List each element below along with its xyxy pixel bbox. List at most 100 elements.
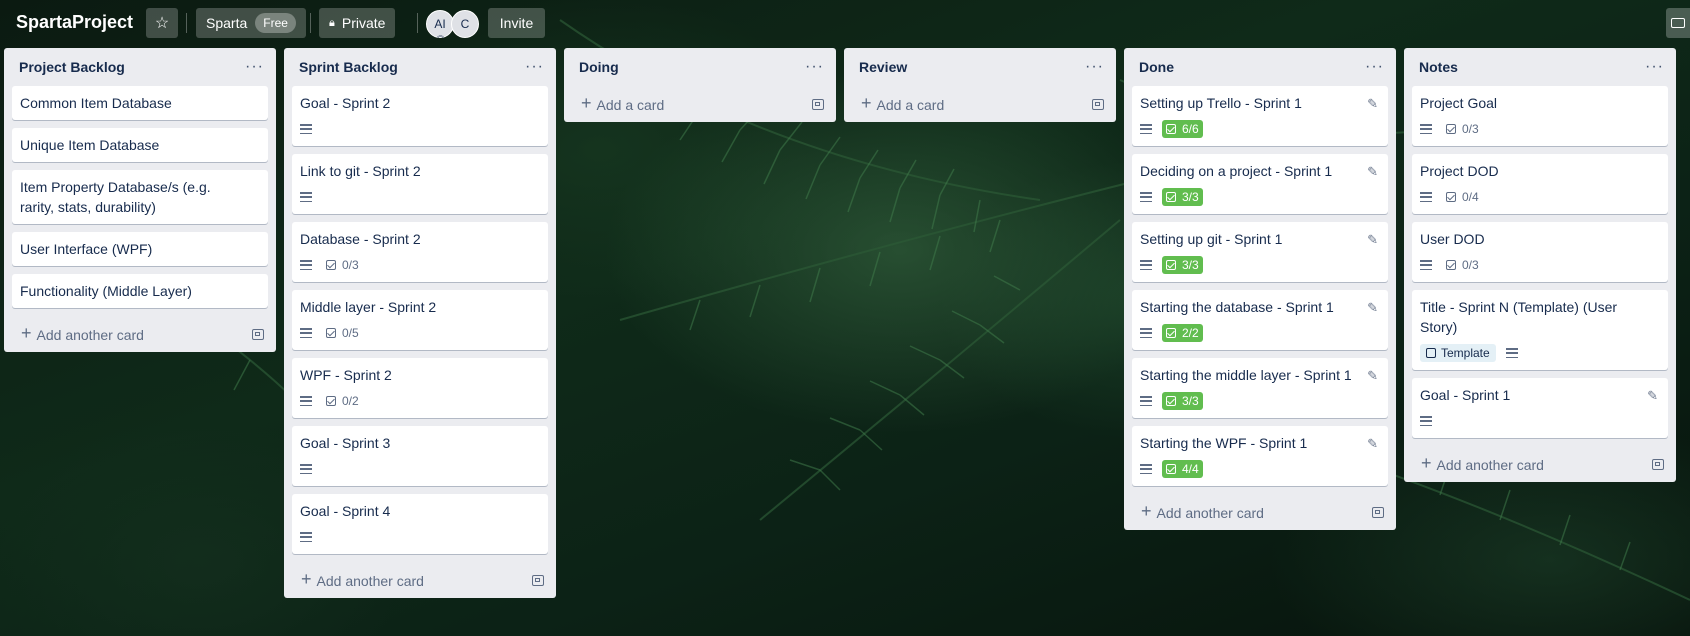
list-title[interactable]: Notes — [1419, 59, 1458, 75]
card-badges: 0/3 — [1420, 119, 1660, 139]
card[interactable]: Database - Sprint 2 0/3 — [292, 222, 548, 282]
card[interactable]: Unique Item Database — [12, 128, 268, 162]
description-icon — [300, 192, 312, 202]
template-badge: Template — [1420, 344, 1496, 362]
add-card-text: Add another card — [36, 326, 144, 343]
add-card-button[interactable]: + Add another card — [1404, 446, 1676, 482]
workspace-badge: Free — [255, 13, 296, 33]
card[interactable]: Goal - Sprint 4 — [292, 494, 548, 554]
card[interactable]: Starting the database - Sprint 1 ✎ 2/2 — [1132, 290, 1388, 350]
checklist-badge: 2/2 — [1162, 324, 1203, 342]
description-icon — [300, 124, 312, 134]
card-title: Starting the WPF - Sprint 1 — [1140, 435, 1308, 451]
edit-pencil-icon[interactable]: ✎ — [1367, 368, 1378, 384]
more-icon[interactable]: ··· — [525, 59, 544, 75]
create-from-template-icon[interactable] — [532, 574, 544, 586]
edit-pencil-icon[interactable]: ✎ — [1367, 96, 1378, 112]
description-icon — [1140, 124, 1152, 134]
edit-pencil-icon[interactable]: ✎ — [1367, 232, 1378, 248]
card[interactable]: Starting the WPF - Sprint 1 ✎ 4/4 — [1132, 426, 1388, 486]
card[interactable]: Deciding on a project - Sprint 1 ✎ 3/3 — [1132, 154, 1388, 214]
list-title[interactable]: Review — [859, 59, 907, 75]
card[interactable]: Item Property Database/s (e.g. rarity, s… — [12, 170, 268, 224]
more-icon[interactable]: ··· — [805, 59, 824, 75]
more-icon[interactable]: ··· — [1085, 59, 1104, 75]
checklist-count: 2/2 — [1182, 326, 1199, 340]
card-badges: 0/5 — [300, 323, 540, 343]
plus-icon: + — [1421, 452, 1432, 473]
edit-pencil-icon[interactable]: ✎ — [1367, 300, 1378, 316]
create-from-template-icon[interactable] — [1652, 458, 1664, 470]
checklist-badge: 0/3 — [1442, 120, 1483, 138]
description-icon — [300, 328, 312, 338]
member-avatar[interactable]: AI ︽ — [426, 10, 454, 39]
visibility-button[interactable]: 🔒︎ Private — [319, 8, 396, 38]
card-list: Common Item Database Unique Item Database… — [4, 86, 276, 308]
list-project-backlog: Project Backlog ··· Common Item Database Un… — [4, 48, 276, 352]
more-icon[interactable]: ··· — [1365, 59, 1384, 75]
create-from-template-icon[interactable] — [1372, 506, 1384, 518]
card[interactable]: Project DOD 0/4 — [1412, 154, 1668, 214]
card[interactable]: Title - Sprint N (Template) (User Story)… — [1412, 290, 1668, 370]
checklist-badge: 0/5 — [322, 324, 363, 342]
create-from-template-icon[interactable] — [812, 98, 824, 110]
add-card-label: + Add another card — [1421, 452, 1544, 475]
description-icon — [1140, 464, 1152, 474]
card[interactable]: Starting the middle layer - Sprint 1 ✎ 3/3 — [1132, 358, 1388, 418]
card-title: Common Item Database — [20, 95, 172, 111]
add-card-button[interactable]: + Add another card — [284, 562, 556, 598]
card-title: Database - Sprint 2 — [300, 231, 421, 247]
card[interactable]: Common Item Database — [12, 86, 268, 120]
edit-pencil-icon[interactable]: ✎ — [1367, 164, 1378, 180]
add-card-button[interactable]: + Add another card — [1124, 494, 1396, 530]
card[interactable]: Setting up Trello - Sprint 1 ✎ 6/6 — [1132, 86, 1388, 146]
card[interactable]: Goal - Sprint 1 ✎ — [1412, 378, 1668, 438]
card-title: Project Goal — [1420, 95, 1498, 111]
invite-button[interactable]: Invite — [488, 8, 545, 38]
create-from-template-icon[interactable] — [1092, 98, 1104, 110]
card-title: Goal - Sprint 3 — [300, 435, 391, 451]
card[interactable]: WPF - Sprint 2 0/2 — [292, 358, 548, 418]
more-icon[interactable]: ··· — [245, 59, 264, 75]
list-title[interactable]: Doing — [579, 59, 619, 75]
edit-pencil-icon[interactable]: ✎ — [1367, 436, 1378, 452]
workspace-button[interactable]: Sparta Free — [196, 8, 306, 38]
plus-icon: + — [1141, 500, 1152, 521]
card-title: Middle layer - Sprint 2 — [300, 299, 437, 315]
star-button[interactable]: ☆ — [146, 8, 178, 38]
card-badges — [300, 187, 540, 207]
member-avatar[interactable]: C — [451, 10, 479, 38]
plus-icon: + — [21, 322, 32, 343]
list-title[interactable]: Project Backlog — [19, 59, 125, 75]
plus-icon: + — [301, 568, 312, 589]
list-title[interactable]: Done — [1139, 59, 1174, 75]
menu-button[interactable] — [1666, 8, 1690, 38]
add-card-button[interactable]: + Add another card — [4, 316, 276, 352]
edit-pencil-icon[interactable]: ✎ — [1647, 388, 1658, 404]
card[interactable]: Setting up git - Sprint 1 ✎ 3/3 — [1132, 222, 1388, 282]
card[interactable]: Functionality (Middle Layer) — [12, 274, 268, 308]
board-title[interactable]: SpartaProject — [14, 12, 135, 33]
card[interactable]: Goal - Sprint 2 — [292, 86, 548, 146]
list-title[interactable]: Sprint Backlog — [299, 59, 398, 75]
add-card-button[interactable]: + Add a card — [844, 86, 1116, 122]
checklist-badge: 3/3 — [1162, 392, 1203, 410]
card-title: Deciding on a project - Sprint 1 — [1140, 163, 1333, 179]
header-divider — [310, 13, 311, 33]
add-card-label: + Add a card — [861, 93, 944, 115]
card[interactable]: Project Goal 0/3 — [1412, 86, 1668, 146]
card-badges: 0/3 — [300, 255, 540, 275]
add-card-button[interactable]: + Add a card — [564, 86, 836, 122]
card[interactable]: Middle layer - Sprint 2 0/5 — [292, 290, 548, 350]
card[interactable]: Link to git - Sprint 2 — [292, 154, 548, 214]
create-from-template-icon[interactable] — [252, 328, 264, 340]
star-icon: ☆ — [154, 15, 170, 32]
card-title: Setting up git - Sprint 1 — [1140, 231, 1283, 247]
card[interactable]: Goal - Sprint 3 — [292, 426, 548, 486]
card[interactable]: User DOD 0/3 — [1412, 222, 1668, 282]
header-divider — [186, 13, 187, 33]
card-title: Goal - Sprint 4 — [300, 503, 391, 519]
card[interactable]: User Interface (WPF) — [12, 232, 268, 266]
card-list: Project Goal 0/3 Project DOD 0/4 User DOD 0/3… — [1404, 86, 1676, 438]
more-icon[interactable]: ··· — [1645, 59, 1664, 75]
